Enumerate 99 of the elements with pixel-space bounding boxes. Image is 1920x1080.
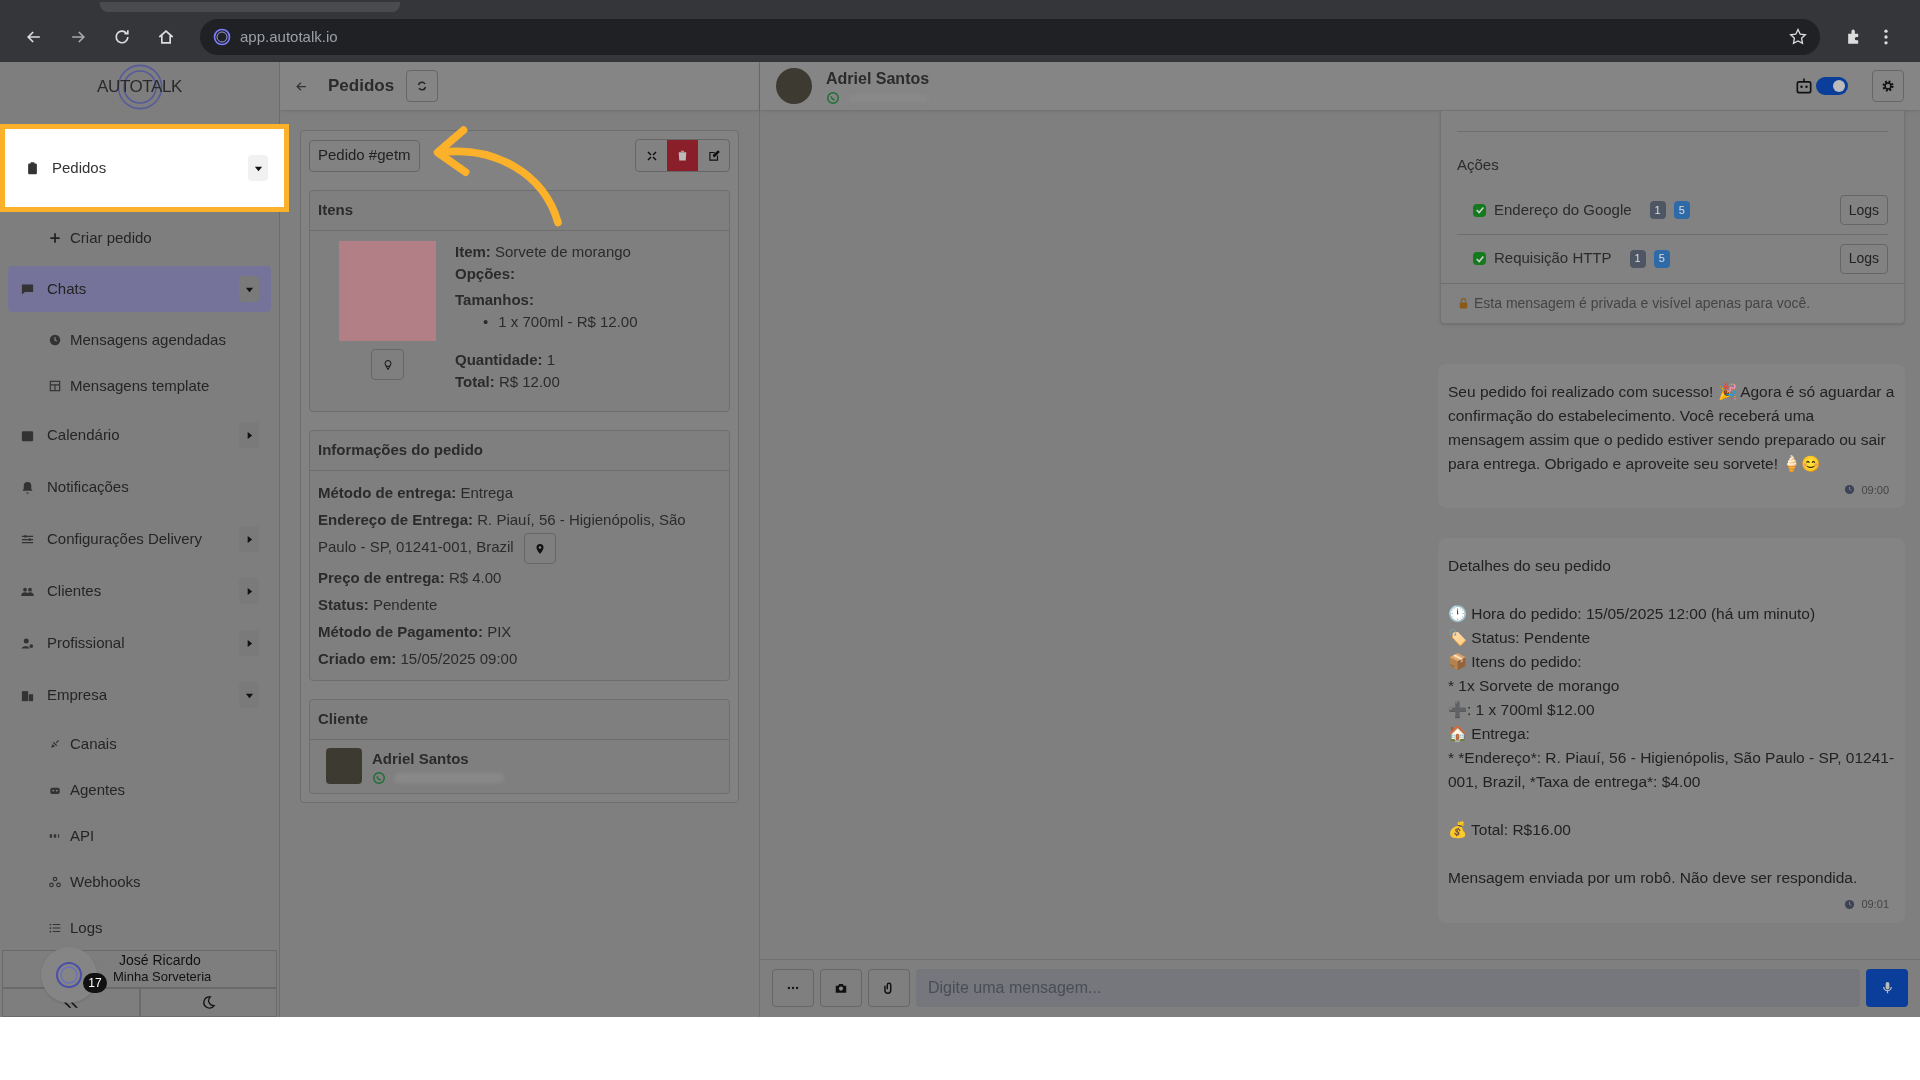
item-detail: Tamanhos: — [455, 290, 535, 310]
order-detail: Criado em: 15/05/2025 09:00 — [318, 649, 519, 669]
count-badge: 1 — [1649, 201, 1666, 219]
checkbox[interactable] — [1473, 252, 1486, 265]
company-name: Minha Sorveteria — [113, 969, 212, 986]
list-item-text: 1 x 700ml - R$ 12.00 — [498, 312, 638, 332]
item-detail: Quantidade: 1 — [455, 350, 557, 370]
panel-title: Pedidos — [328, 75, 395, 98]
sidebar-item[interactable]: Configurações Delivery — [8, 516, 271, 562]
site-icon — [212, 27, 232, 47]
reload-icon[interactable] — [112, 27, 132, 47]
check-icon — [1474, 253, 1485, 264]
logs-button[interactable]: Logs — [1839, 195, 1888, 225]
section-title: Informações do pedido — [318, 440, 483, 461]
bot-toggle[interactable] — [1816, 77, 1848, 95]
template-icon — [48, 379, 62, 393]
message-time: 09:00 — [1861, 482, 1889, 498]
collapse-button[interactable] — [2, 987, 140, 1017]
logs-button[interactable]: Logs — [1839, 243, 1888, 274]
submenu-item[interactable]: Logs — [8, 906, 271, 950]
list-icon — [48, 921, 62, 935]
action-label: Endereço do Google — [1494, 199, 1632, 220]
webhook-icon — [48, 875, 62, 889]
menu-item-icon — [25, 160, 40, 176]
attach-button[interactable] — [868, 968, 910, 1007]
sidebar-item[interactable]: Profissional — [8, 620, 271, 666]
refresh-icon — [416, 80, 429, 92]
sidebar-item[interactable]: Chats — [8, 266, 271, 312]
sidebar-item[interactable]: Empresa — [8, 672, 271, 718]
lock-icon — [1457, 296, 1470, 310]
url-text: app.autotalk.io — [240, 26, 339, 47]
plus-icon — [48, 231, 62, 245]
item-detail: Opções: — [455, 264, 516, 284]
notification-badge: 17 — [83, 973, 107, 993]
microphone-button[interactable] — [1866, 968, 1908, 1007]
logo-rings-icon — [54, 960, 84, 990]
order-detail: Status: Pendente — [318, 595, 439, 615]
clock-icon — [1844, 484, 1856, 496]
ice-cream-icon — [381, 358, 394, 371]
trash-icon — [676, 149, 689, 162]
address-bar[interactable]: app.autotalk.io — [200, 19, 1820, 55]
moon-icon — [200, 994, 216, 1010]
message-text: Detalhes do seu pedido 🕛 Hora do pedido: 15/05/2025 12:00 (há um minuto) 🏷 Status: Pendente 📦 Itens do pedido: * 1x Sorvete de morango ➕: 1 x 700ml $12.00 🏠 Entrega: * *Endereço*: R. Piauí, 56 - Higienópolis, São Paulo - SP, 01241-001, Brazil, *Taxa de entrega*: $4.00 💰 Total: R$16.00 Mensagem enviada por um robô. Não deve ser respondida. — [1448, 556, 1895, 888]
item-detail: Total: R$ 12.00 — [455, 372, 561, 392]
item-detail: Item: Sorvete de morango — [455, 242, 632, 262]
submenu-item[interactable]: Criar pedido — [8, 216, 271, 260]
order-detail: Método de Pagamento: PIX — [318, 622, 513, 642]
delete-button[interactable] — [667, 140, 698, 171]
caret-button[interactable] — [248, 155, 268, 181]
check-icon — [1474, 205, 1485, 215]
action-label: Requisição HTTP — [1494, 248, 1612, 269]
order-detail: Endereço de Entrega: R. Piauí, 56 - Higienópolis, São Paulo - SP, 01241-001, Brazil — [318, 506, 721, 564]
camera-button[interactable] — [820, 968, 862, 1007]
count-badge: 5 — [1653, 249, 1670, 268]
user-name: José Ricardo — [119, 951, 202, 970]
home-icon[interactable] — [156, 27, 176, 47]
avatar-photo — [326, 748, 362, 785]
sidebar-item[interactable]: Notificações — [8, 464, 271, 510]
section-title: Itens — [318, 200, 353, 221]
robot-icon — [1794, 76, 1814, 96]
order-detail: Preço de entrega: R$ 4.00 — [318, 568, 503, 588]
contact-name: Adriel Santos — [826, 69, 931, 89]
count-badge: 1 — [1629, 249, 1646, 268]
map-pin-icon — [533, 542, 546, 555]
order-detail: Método de entrega: Entrega — [318, 483, 515, 503]
image-button[interactable] — [371, 349, 404, 380]
settings-icon — [1881, 79, 1895, 93]
submenu-item[interactable]: Canais — [8, 722, 271, 766]
settings-button[interactable] — [1872, 70, 1904, 102]
menu-item-icon — [20, 479, 35, 495]
whatsapp-icon — [826, 91, 840, 105]
refresh-button[interactable] — [406, 70, 439, 102]
privacy-note: Esta mensagem é privada e visível apenas para você. — [1474, 293, 1811, 313]
count-badge: 5 — [1673, 201, 1690, 219]
sidebar-item[interactable]: Clientes — [8, 568, 271, 614]
compress-icon — [645, 149, 658, 162]
sidebar-item[interactable]: Pedidos — [0, 124, 289, 212]
edit-icon — [706, 148, 721, 163]
card-title: Ações — [1457, 155, 1500, 175]
map-pin-button[interactable] — [523, 533, 556, 564]
clock-icon — [1844, 898, 1856, 910]
logo: AUTOTALK — [97, 62, 182, 112]
message-text: Seu pedido foi realizado com sucesso! 🎉 Agora é só aguardar a confirmação do estabelecimento. Você receberá uma mensagem assim que o pedido estiver sendo preparado ou sair para entrega. Obrigado e aproveite seu sorvete! 🍦😊 — [1448, 381, 1895, 474]
avatar-photo — [776, 68, 812, 104]
submenu-item[interactable]: Agentes — [8, 768, 271, 812]
client-name: Adriel Santos — [372, 749, 470, 769]
submenu-item[interactable]: Mensagens agendadas — [8, 318, 271, 362]
checkbox[interactable] — [1473, 203, 1486, 217]
section-title: Cliente — [318, 709, 368, 730]
bullet-marker: • — [483, 312, 489, 332]
submenu-item[interactable]: Mensagens template — [8, 364, 271, 408]
submenu-item[interactable]: Webhooks — [8, 860, 271, 904]
clock-icon — [48, 333, 62, 347]
submenu-item[interactable]: API — [8, 814, 271, 858]
order-tag[interactable]: Pedido #getm — [309, 139, 420, 172]
star-icon[interactable] — [1788, 27, 1808, 47]
whatsapp-icon — [372, 770, 386, 785]
message-time: 09:01 — [1861, 897, 1889, 912]
sidebar-item[interactable]: Calendário — [8, 412, 271, 458]
